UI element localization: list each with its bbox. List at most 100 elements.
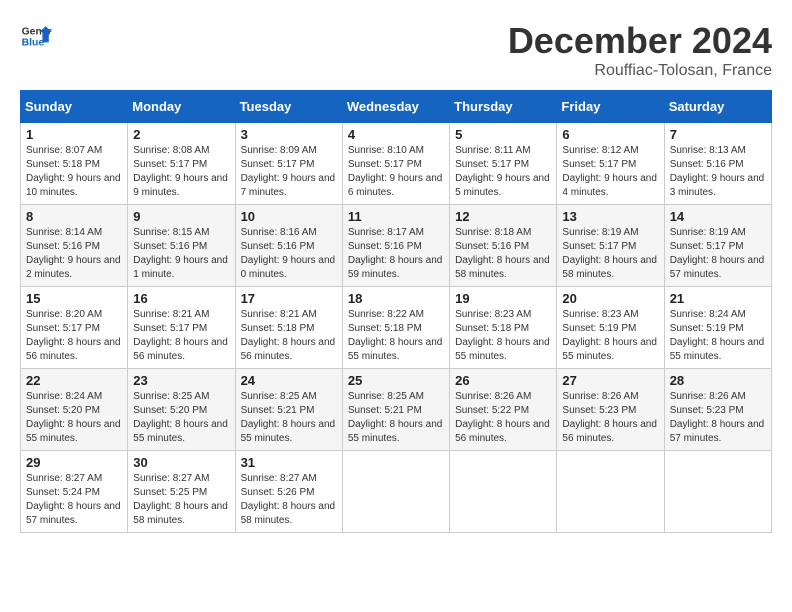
day-number: 20 (562, 291, 658, 306)
day-info: Sunrise: 8:26 AM Sunset: 5:23 PM Dayligh… (562, 390, 658, 446)
calendar-cell: 16 Sunrise: 8:21 AM Sunset: 5:17 PM Dayl… (128, 287, 235, 369)
day-number: 1 (26, 127, 122, 142)
day-number: 12 (455, 209, 551, 224)
calendar-row: 15 Sunrise: 8:20 AM Sunset: 5:17 PM Dayl… (21, 287, 772, 369)
calendar-cell: 7 Sunrise: 8:13 AM Sunset: 5:16 PM Dayli… (664, 123, 771, 205)
day-info: Sunrise: 8:25 AM Sunset: 5:21 PM Dayligh… (241, 390, 337, 446)
day-number: 18 (348, 291, 444, 306)
calendar-row: 29 Sunrise: 8:27 AM Sunset: 5:24 PM Dayl… (21, 451, 772, 533)
day-info: Sunrise: 8:10 AM Sunset: 5:17 PM Dayligh… (348, 144, 444, 200)
day-number: 27 (562, 373, 658, 388)
calendar-cell: 29 Sunrise: 8:27 AM Sunset: 5:24 PM Dayl… (21, 451, 128, 533)
day-number: 4 (348, 127, 444, 142)
day-number: 13 (562, 209, 658, 224)
calendar-cell: 31 Sunrise: 8:27 AM Sunset: 5:26 PM Dayl… (235, 451, 342, 533)
day-info: Sunrise: 8:19 AM Sunset: 5:17 PM Dayligh… (670, 226, 766, 282)
title-area: December 2024 Rouffiac-Tolosan, France (508, 20, 772, 80)
day-number: 11 (348, 209, 444, 224)
day-number: 17 (241, 291, 337, 306)
calendar-cell: 25 Sunrise: 8:25 AM Sunset: 5:21 PM Dayl… (342, 369, 449, 451)
day-info: Sunrise: 8:11 AM Sunset: 5:17 PM Dayligh… (455, 144, 551, 200)
day-info: Sunrise: 8:25 AM Sunset: 5:21 PM Dayligh… (348, 390, 444, 446)
svg-text:Blue: Blue (22, 38, 45, 49)
calendar-cell: 4 Sunrise: 8:10 AM Sunset: 5:17 PM Dayli… (342, 123, 449, 205)
calendar-cell: 1 Sunrise: 8:07 AM Sunset: 5:18 PM Dayli… (21, 123, 128, 205)
day-info: Sunrise: 8:21 AM Sunset: 5:18 PM Dayligh… (241, 308, 337, 364)
day-info: Sunrise: 8:12 AM Sunset: 5:17 PM Dayligh… (562, 144, 658, 200)
calendar-cell: 2 Sunrise: 8:08 AM Sunset: 5:17 PM Dayli… (128, 123, 235, 205)
calendar-cell: 22 Sunrise: 8:24 AM Sunset: 5:20 PM Dayl… (21, 369, 128, 451)
day-number: 21 (670, 291, 766, 306)
day-number: 26 (455, 373, 551, 388)
day-info: Sunrise: 8:18 AM Sunset: 5:16 PM Dayligh… (455, 226, 551, 282)
day-number: 16 (133, 291, 229, 306)
calendar-cell: 30 Sunrise: 8:27 AM Sunset: 5:25 PM Dayl… (128, 451, 235, 533)
calendar-cell: 27 Sunrise: 8:26 AM Sunset: 5:23 PM Dayl… (557, 369, 664, 451)
day-info: Sunrise: 8:13 AM Sunset: 5:16 PM Dayligh… (670, 144, 766, 200)
day-info: Sunrise: 8:07 AM Sunset: 5:18 PM Dayligh… (26, 144, 122, 200)
calendar-cell: 8 Sunrise: 8:14 AM Sunset: 5:16 PM Dayli… (21, 205, 128, 287)
day-number: 22 (26, 373, 122, 388)
header-saturday: Saturday (664, 91, 771, 123)
month-title: December 2024 (508, 20, 772, 62)
header-monday: Monday (128, 91, 235, 123)
calendar-cell: 19 Sunrise: 8:23 AM Sunset: 5:18 PM Dayl… (450, 287, 557, 369)
day-info: Sunrise: 8:21 AM Sunset: 5:17 PM Dayligh… (133, 308, 229, 364)
day-number: 23 (133, 373, 229, 388)
day-info: Sunrise: 8:27 AM Sunset: 5:25 PM Dayligh… (133, 472, 229, 528)
day-info: Sunrise: 8:26 AM Sunset: 5:23 PM Dayligh… (670, 390, 766, 446)
calendar-cell (450, 451, 557, 533)
day-number: 5 (455, 127, 551, 142)
day-number: 24 (241, 373, 337, 388)
calendar-cell: 20 Sunrise: 8:23 AM Sunset: 5:19 PM Dayl… (557, 287, 664, 369)
calendar-cell: 24 Sunrise: 8:25 AM Sunset: 5:21 PM Dayl… (235, 369, 342, 451)
day-number: 8 (26, 209, 122, 224)
calendar-cell: 6 Sunrise: 8:12 AM Sunset: 5:17 PM Dayli… (557, 123, 664, 205)
calendar-cell: 17 Sunrise: 8:21 AM Sunset: 5:18 PM Dayl… (235, 287, 342, 369)
calendar-row: 8 Sunrise: 8:14 AM Sunset: 5:16 PM Dayli… (21, 205, 772, 287)
day-number: 28 (670, 373, 766, 388)
day-info: Sunrise: 8:24 AM Sunset: 5:19 PM Dayligh… (670, 308, 766, 364)
day-info: Sunrise: 8:14 AM Sunset: 5:16 PM Dayligh… (26, 226, 122, 282)
day-number: 15 (26, 291, 122, 306)
day-number: 6 (562, 127, 658, 142)
day-number: 3 (241, 127, 337, 142)
logo: General Blue (20, 20, 52, 52)
day-info: Sunrise: 8:22 AM Sunset: 5:18 PM Dayligh… (348, 308, 444, 364)
calendar-table: Sunday Monday Tuesday Wednesday Thursday… (20, 90, 772, 533)
calendar-cell: 28 Sunrise: 8:26 AM Sunset: 5:23 PM Dayl… (664, 369, 771, 451)
calendar-row: 1 Sunrise: 8:07 AM Sunset: 5:18 PM Dayli… (21, 123, 772, 205)
calendar-cell: 15 Sunrise: 8:20 AM Sunset: 5:17 PM Dayl… (21, 287, 128, 369)
location-title: Rouffiac-Tolosan, France (508, 62, 772, 80)
calendar-cell: 11 Sunrise: 8:17 AM Sunset: 5:16 PM Dayl… (342, 205, 449, 287)
calendar-cell (557, 451, 664, 533)
header-thursday: Thursday (450, 91, 557, 123)
day-info: Sunrise: 8:27 AM Sunset: 5:24 PM Dayligh… (26, 472, 122, 528)
calendar-cell: 13 Sunrise: 8:19 AM Sunset: 5:17 PM Dayl… (557, 205, 664, 287)
calendar-cell (342, 451, 449, 533)
logo-icon: General Blue (20, 20, 52, 52)
day-info: Sunrise: 8:27 AM Sunset: 5:26 PM Dayligh… (241, 472, 337, 528)
calendar-cell: 9 Sunrise: 8:15 AM Sunset: 5:16 PM Dayli… (128, 205, 235, 287)
day-info: Sunrise: 8:24 AM Sunset: 5:20 PM Dayligh… (26, 390, 122, 446)
calendar-cell: 26 Sunrise: 8:26 AM Sunset: 5:22 PM Dayl… (450, 369, 557, 451)
day-info: Sunrise: 8:17 AM Sunset: 5:16 PM Dayligh… (348, 226, 444, 282)
day-info: Sunrise: 8:23 AM Sunset: 5:19 PM Dayligh… (562, 308, 658, 364)
day-number: 19 (455, 291, 551, 306)
day-info: Sunrise: 8:25 AM Sunset: 5:20 PM Dayligh… (133, 390, 229, 446)
day-number: 14 (670, 209, 766, 224)
calendar-cell: 3 Sunrise: 8:09 AM Sunset: 5:17 PM Dayli… (235, 123, 342, 205)
weekday-header-row: Sunday Monday Tuesday Wednesday Thursday… (21, 91, 772, 123)
day-info: Sunrise: 8:19 AM Sunset: 5:17 PM Dayligh… (562, 226, 658, 282)
day-number: 25 (348, 373, 444, 388)
calendar-cell: 23 Sunrise: 8:25 AM Sunset: 5:20 PM Dayl… (128, 369, 235, 451)
calendar-cell: 14 Sunrise: 8:19 AM Sunset: 5:17 PM Dayl… (664, 205, 771, 287)
calendar-cell: 12 Sunrise: 8:18 AM Sunset: 5:16 PM Dayl… (450, 205, 557, 287)
calendar-cell: 18 Sunrise: 8:22 AM Sunset: 5:18 PM Dayl… (342, 287, 449, 369)
day-number: 7 (670, 127, 766, 142)
day-number: 29 (26, 455, 122, 470)
header-wednesday: Wednesday (342, 91, 449, 123)
header-sunday: Sunday (21, 91, 128, 123)
calendar-cell: 5 Sunrise: 8:11 AM Sunset: 5:17 PM Dayli… (450, 123, 557, 205)
day-number: 30 (133, 455, 229, 470)
